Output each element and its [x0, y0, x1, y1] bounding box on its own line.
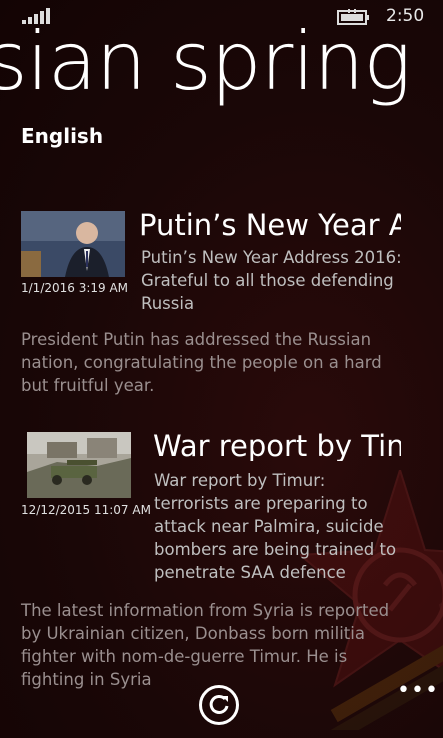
article-thumbnail	[27, 432, 131, 498]
pivot-title[interactable]: sian spring	[0, 22, 411, 102]
refresh-button[interactable]	[199, 685, 239, 725]
app-screen: 2:50 sian spring English 1/1/2016 3:19 A…	[0, 0, 443, 738]
article-headline[interactable]: War report by Tin	[153, 432, 401, 461]
article-item[interactable]: 1/1/2016 3:19 AM Putin’s New Year A Puti…	[21, 211, 402, 401]
more-options-button[interactable]: •••	[397, 680, 439, 702]
pivot-header-english[interactable]: English	[21, 124, 103, 148]
article-date: 1/1/2016 3:19 AM	[21, 281, 129, 295]
article-date: 12/12/2015 11:07 AM	[21, 503, 151, 517]
article-summary: President Putin has addressed the Russia…	[21, 330, 382, 395]
refresh-icon	[209, 694, 229, 714]
article-thumbnail	[21, 211, 125, 277]
article-item[interactable]: 12/12/2015 11:07 AM War report by Tin Wa…	[21, 432, 401, 689]
article-subtitle: Putin’s New Year Address 2016: Grateful …	[141, 248, 402, 313]
article-summary: The latest information from Syria is rep…	[21, 601, 390, 689]
article-subtitle: War report by Timur: terrorists are prep…	[154, 471, 397, 582]
article-headline[interactable]: Putin’s New Year A	[139, 211, 401, 240]
